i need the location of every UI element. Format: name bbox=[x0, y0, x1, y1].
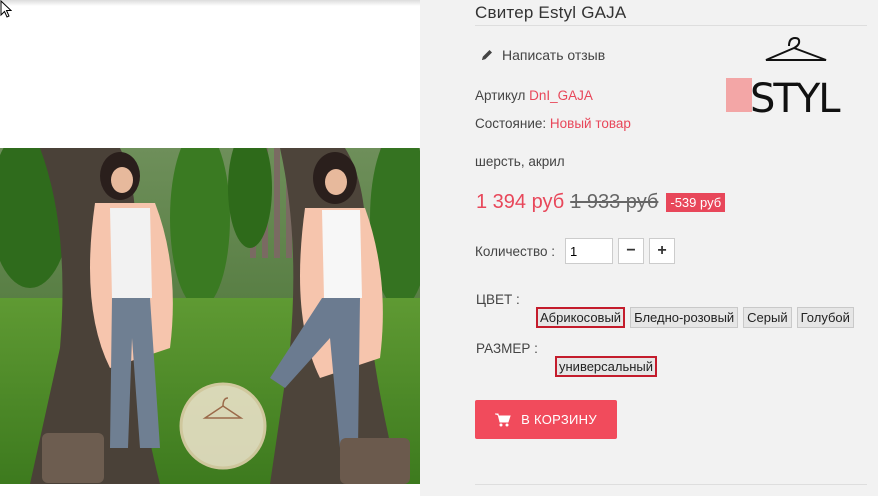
color-option-gray[interactable]: Серый bbox=[743, 307, 792, 328]
svg-text:E: E bbox=[728, 80, 751, 118]
old-price: 1 933 руб bbox=[570, 191, 659, 213]
color-options: Абрикосовый Бледно-розовый Серый Голубой bbox=[536, 307, 854, 328]
svg-text:STYL: STYL bbox=[750, 76, 841, 118]
size-option-universal[interactable]: универсальный bbox=[555, 356, 658, 377]
quantity-input[interactable] bbox=[565, 238, 613, 264]
material-text: шерсть, акрил bbox=[475, 154, 565, 169]
mouse-cursor-icon bbox=[0, 0, 12, 18]
color-label: ЦВЕТ : bbox=[476, 292, 520, 307]
write-review-link[interactable]: Написать отзыв bbox=[480, 47, 605, 63]
minus-icon[interactable]: − bbox=[618, 238, 644, 264]
size-options: универсальный bbox=[555, 356, 658, 377]
cart-icon bbox=[495, 413, 511, 426]
product-title: Свитер Estyl GAJA bbox=[475, 3, 627, 22]
size-label: РАЗМЕР : bbox=[476, 341, 538, 356]
color-option-blue[interactable]: Голубой bbox=[796, 307, 854, 328]
quantity-label: Количество : bbox=[475, 243, 555, 259]
color-option-apricot[interactable]: Абрикосовый bbox=[536, 307, 626, 328]
hanger-logo-icon bbox=[765, 36, 827, 61]
current-price: 1 394 руб bbox=[476, 191, 565, 213]
color-option-pale-pink[interactable]: Бледно-розовый bbox=[630, 307, 739, 328]
bottom-divider bbox=[475, 484, 867, 485]
add-to-cart-button[interactable]: В КОРЗИНУ bbox=[475, 400, 617, 439]
sku-row: Артикул DnI_GAJA bbox=[475, 88, 593, 103]
condition-row: Состояние: Новый товар bbox=[475, 116, 631, 131]
quantity-stepper: Количество : − + bbox=[475, 238, 675, 264]
discount-badge: -539 руб bbox=[666, 193, 726, 212]
condition-label: Состояние: bbox=[475, 116, 547, 131]
write-review-label: Написать отзыв bbox=[502, 47, 606, 63]
photo-illustration bbox=[0, 148, 420, 484]
sku-value: DnI_GAJA bbox=[529, 88, 593, 103]
condition-value: Новый товар bbox=[549, 116, 631, 131]
product-photo[interactable] bbox=[0, 148, 420, 484]
price-block: 1 394 руб 1 933 руб -539 руб bbox=[476, 191, 726, 214]
pencil-icon bbox=[482, 50, 492, 60]
title-divider bbox=[475, 25, 867, 26]
plus-icon[interactable]: + bbox=[649, 238, 675, 264]
brand-logo: E STYL bbox=[726, 36, 843, 118]
add-to-cart-label: В КОРЗИНУ bbox=[521, 412, 597, 427]
sku-label: Артикул bbox=[475, 88, 526, 103]
